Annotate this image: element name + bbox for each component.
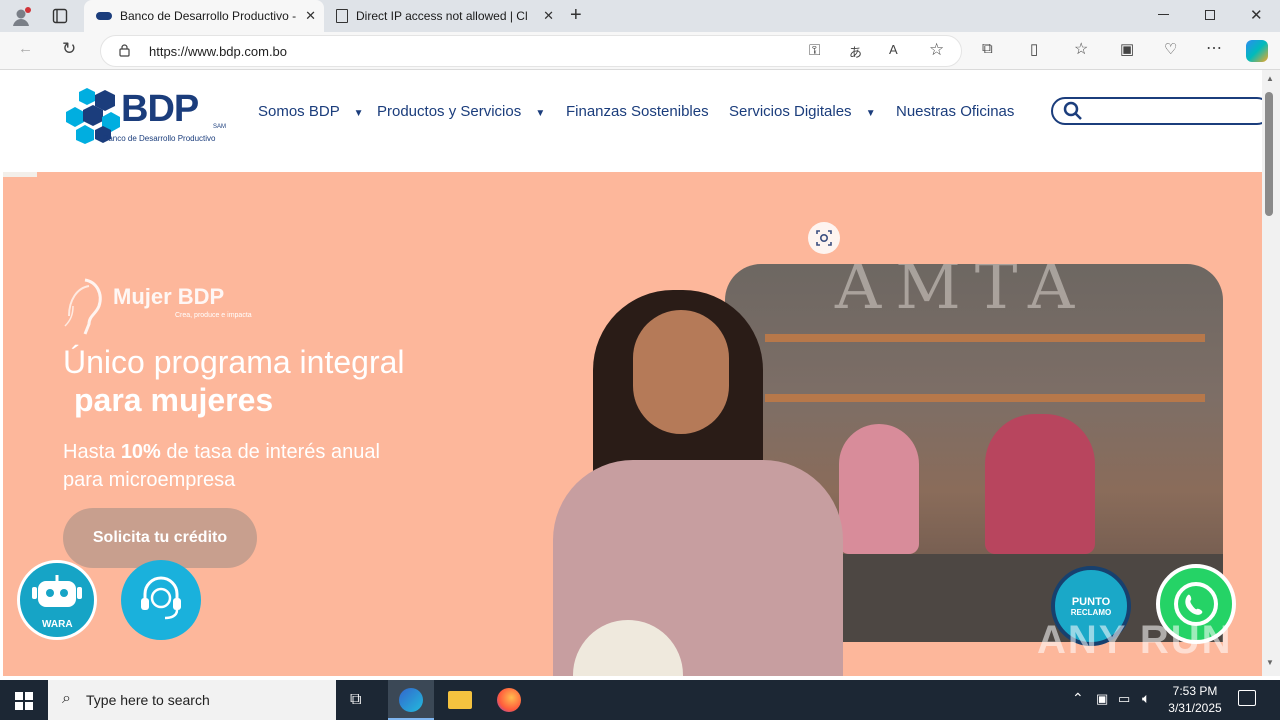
logo-tag: SAM xyxy=(213,124,227,130)
site-search-input[interactable] xyxy=(1089,101,1259,121)
chevron-down-icon: ▼ xyxy=(865,108,876,119)
logo-text: BDP xyxy=(121,88,199,130)
anyrun-watermark: ANY RUN xyxy=(1037,618,1233,662)
firefox-icon[interactable] xyxy=(497,688,521,712)
web-page: BDP SAM Banco de Desarrollo Productivo S… xyxy=(3,70,1262,676)
tab-bdp[interactable]: Banco de Desarrollo Productivo - ✕ xyxy=(84,0,324,32)
tray-device-icon[interactable]: ▣ xyxy=(1096,691,1108,707)
windows-taskbar: ⌕ Type here to search ⧉ ⌃ ▣ ▭ 🔈︎ 7:53 PM… xyxy=(0,680,1280,720)
hero-title-line2: para mujeres xyxy=(74,382,274,418)
clock-date[interactable]: 3/31/2025 xyxy=(1166,701,1224,715)
chevron-down-icon: ▼ xyxy=(535,108,546,119)
wara-chatbot-button[interactable]: WARA xyxy=(17,560,97,640)
favorites-icon[interactable]: ☆ xyxy=(1074,39,1088,59)
key-icon[interactable]: ⚿ xyxy=(809,42,820,59)
tab-title: Direct IP access not allowed | Clo xyxy=(356,9,528,23)
page-scrollbar[interactable]: ▲ ▼ xyxy=(1262,70,1280,676)
face xyxy=(633,310,729,434)
tab-title: Banco de Desarrollo Productivo - xyxy=(120,9,297,23)
woman-left-figure xyxy=(839,424,919,554)
collections-icon[interactable]: ▣ xyxy=(1120,40,1134,58)
reclamo-label: RECLAMO xyxy=(1070,607,1112,617)
read-aloud-icon[interactable]: A xyxy=(889,42,898,57)
notifications-icon[interactable] xyxy=(1238,690,1256,706)
bdp-favicon-icon xyxy=(96,12,112,20)
mujer-bdp-logo: Mujer BDP Crea, produce e impacta xyxy=(63,276,263,336)
volume-icon[interactable]: 🔈︎ xyxy=(1142,690,1150,707)
more-menu-icon[interactable]: ⋯ xyxy=(1206,38,1222,58)
nav-somos-bdp[interactable]: Somos BDP ▼ xyxy=(258,103,364,120)
lock-icon[interactable] xyxy=(119,44,130,57)
woman-main-figure xyxy=(533,290,843,676)
focus-scan-icon[interactable] xyxy=(808,222,840,254)
network-icon[interactable]: ▭ xyxy=(1118,691,1130,707)
hero-title-line1: Único programa integral xyxy=(63,344,405,380)
support-agent-button[interactable] xyxy=(121,560,201,640)
new-tab-icon[interactable]: + xyxy=(570,4,582,27)
logo-subtitle: Banco de Desarrollo Productivo xyxy=(103,134,216,143)
search-icon xyxy=(1063,101,1082,120)
page-icon xyxy=(336,9,348,23)
address-toolbar: ← ↻ https://www.bdp.com.bo ⚿ あ A ☆ ⧉ ▯ ☆… xyxy=(0,32,1280,70)
browser-tab-bar: Banco de Desarrollo Productivo - ✕ Direc… xyxy=(0,0,1280,32)
site-search[interactable] xyxy=(1051,97,1262,125)
scroll-up-icon[interactable]: ▲ xyxy=(1266,74,1274,83)
scroll-thumb[interactable] xyxy=(1265,92,1273,216)
robot-icon xyxy=(32,575,82,607)
nav-nuestras-oficinas[interactable]: Nuestras Oficinas xyxy=(896,103,1014,120)
extensions-icon[interactable]: ⧉ xyxy=(982,40,993,57)
favorite-star-icon[interactable]: ☆ xyxy=(929,40,944,60)
chevron-down-icon: ▼ xyxy=(353,108,364,119)
translate-icon[interactable]: あ xyxy=(849,42,862,61)
edge-icon xyxy=(399,688,423,712)
bdp-logo[interactable]: BDP SAM Banco de Desarrollo Productivo xyxy=(65,88,227,146)
headset-icon xyxy=(141,576,181,620)
taskbar-search-placeholder: Type here to search xyxy=(86,692,210,708)
restore-icon[interactable] xyxy=(1205,10,1215,20)
profile-icon[interactable] xyxy=(10,6,32,28)
split-screen-icon[interactable]: ▯ xyxy=(1030,40,1038,58)
browser-essentials-icon[interactable]: ♡ xyxy=(1164,40,1177,58)
close-window-icon[interactable]: ✕ xyxy=(1250,6,1263,24)
punto-label: PUNTO xyxy=(1071,595,1111,608)
windows-start-icon[interactable] xyxy=(15,692,33,710)
nav-finanzas-sostenibles[interactable]: Finanzas Sostenibles xyxy=(566,103,709,120)
back-icon[interactable]: ← xyxy=(18,40,33,57)
tab-actions-icon[interactable] xyxy=(52,8,68,24)
slider-tab xyxy=(3,172,37,177)
edge-taskbar-icon[interactable] xyxy=(388,680,434,720)
hero-subtitle: Hasta 10% de tasa de interés anual para … xyxy=(63,441,380,491)
taskbar-search[interactable]: ⌕ Type here to search xyxy=(48,680,336,720)
mujer-bdp-tagline: Crea, produce e impacta xyxy=(175,312,252,319)
wara-label: WARA xyxy=(42,619,73,630)
scroll-down-icon[interactable]: ▼ xyxy=(1266,658,1274,667)
close-tab-icon[interactable]: ✕ xyxy=(305,8,316,24)
file-explorer-icon[interactable] xyxy=(448,691,472,709)
minimize-icon[interactable] xyxy=(1158,14,1169,15)
mujer-bdp-brand: Mujer BDP xyxy=(113,284,225,309)
solicita-credito-button[interactable]: Solicita tu crédito xyxy=(63,508,257,568)
woman-profile-icon xyxy=(64,278,102,335)
close-tab-icon[interactable]: ✕ xyxy=(543,8,554,24)
mural-text: AMTA xyxy=(835,264,1089,324)
copilot-icon[interactable] xyxy=(1246,40,1268,62)
task-view-icon[interactable]: ⧉ xyxy=(350,691,361,709)
search-icon: ⌕ xyxy=(62,690,71,707)
url-text[interactable]: https://www.bdp.com.bo xyxy=(149,44,287,59)
woman-right-figure xyxy=(985,414,1095,554)
nav-productos-servicios[interactable]: Productos y Servicios ▼ xyxy=(377,103,545,120)
url-bar[interactable]: https://www.bdp.com.bo ⚿ あ A ☆ xyxy=(100,35,962,67)
tab-direct-ip[interactable]: Direct IP access not allowed | Clo ✕ xyxy=(326,0,562,32)
tray-chevron-icon[interactable]: ⌃ xyxy=(1072,690,1084,707)
nav-servicios-digitales[interactable]: Servicios Digitales ▼ xyxy=(729,103,876,120)
clock-time[interactable]: 7:53 PM xyxy=(1172,684,1218,698)
refresh-icon[interactable]: ↻ xyxy=(62,39,76,59)
